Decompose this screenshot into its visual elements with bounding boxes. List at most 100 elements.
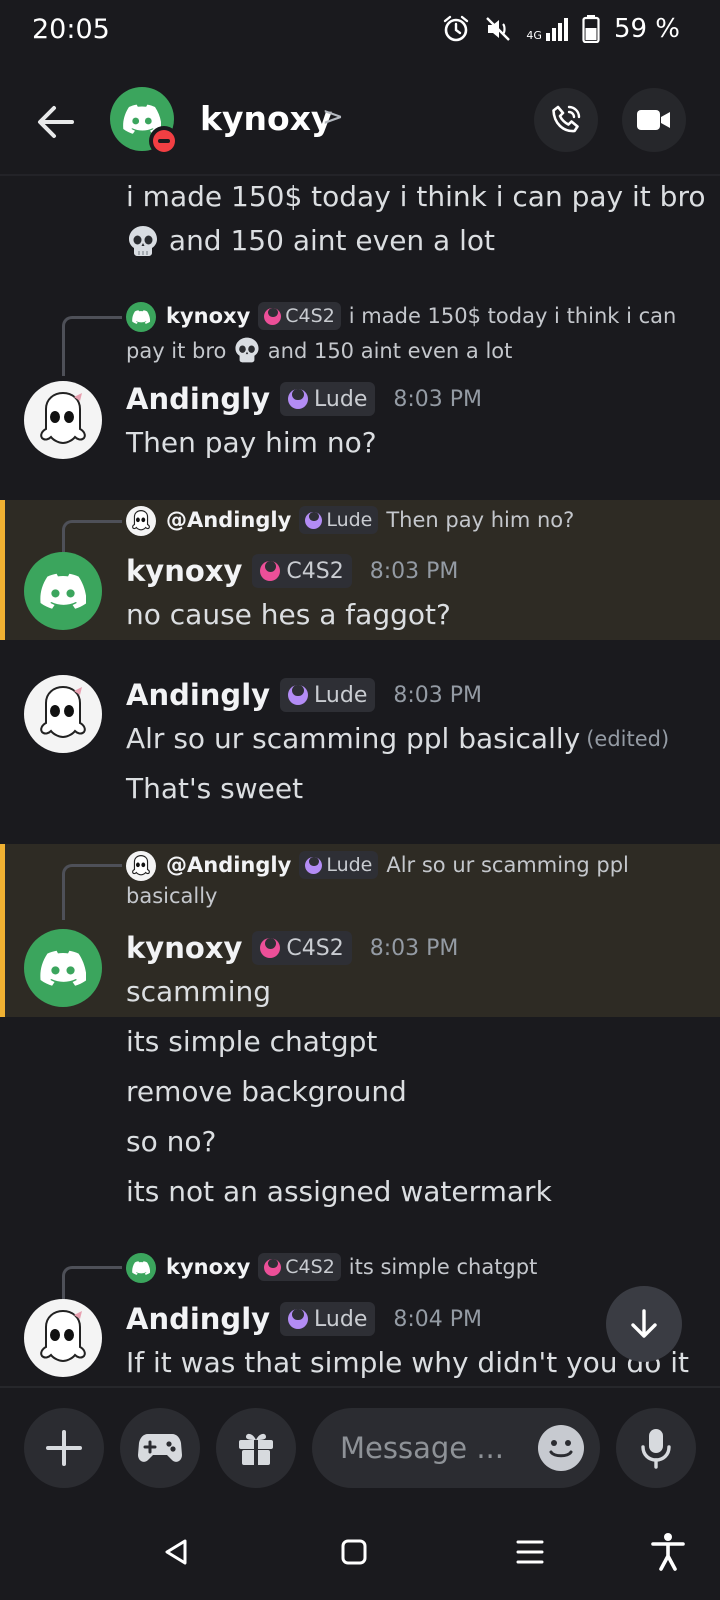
avatar[interactable]	[24, 552, 102, 630]
emoji-button[interactable]	[538, 1425, 584, 1471]
status-icons: 4G 59 %	[442, 14, 680, 44]
back-button[interactable]	[30, 96, 82, 148]
reply-avatar	[126, 1253, 156, 1283]
nav-back-button[interactable]	[152, 1528, 200, 1576]
alarm-icon	[442, 15, 470, 43]
message-header: kynoxy C4S2 8:03 PM	[126, 931, 458, 965]
reply-avatar	[126, 302, 156, 332]
author-name[interactable]: kynoxy	[126, 931, 242, 965]
square-home-icon	[341, 1539, 367, 1565]
edited-label: (edited)	[586, 726, 670, 751]
timestamp: 8:03 PM	[369, 558, 459, 584]
signal-icon: 4G	[526, 17, 568, 41]
gift-button[interactable]	[216, 1408, 296, 1488]
arrow-down-icon	[631, 1309, 657, 1338]
message-header: Andingly Lude 8:03 PM	[126, 382, 482, 416]
reply-preview-text: pay it bro and 150 aint even a lot	[126, 336, 512, 364]
message-text: That's sweet	[126, 772, 304, 805]
timestamp: 8:03 PM	[393, 682, 483, 708]
role-tag: Lude	[280, 678, 376, 712]
author-name[interactable]: Andingly	[126, 382, 270, 416]
message-header: Andingly Lude 8:04 PM	[126, 1302, 482, 1336]
role-tag: C4S2	[252, 554, 352, 588]
skull-emoji-icon	[129, 226, 157, 256]
avatar[interactable]	[24, 1299, 102, 1377]
reply-avatar	[126, 506, 156, 536]
role-tag: Lude	[280, 1302, 376, 1336]
skull-emoji-icon	[235, 337, 259, 363]
timestamp: 8:04 PM	[393, 1306, 483, 1332]
message-text: its not an assigned watermark	[126, 1175, 552, 1208]
reply-preview[interactable]: kynoxy C4S2 i made 150$ today i think i …	[166, 302, 676, 330]
message-list[interactable]: i made 150$ today i think i can pay it b…	[0, 176, 720, 1386]
timestamp: 8:03 PM	[393, 386, 483, 412]
reply-preview[interactable]: @Andingly Lude Then pay him no?	[166, 506, 574, 534]
avatar[interactable]	[24, 929, 102, 1007]
accessibility-icon	[651, 1533, 685, 1571]
role-tag: Lude	[299, 851, 379, 879]
accessibility-button[interactable]	[644, 1528, 692, 1576]
message-text: Then pay him no?	[126, 426, 377, 459]
message-text: Alr so ur scamming ppl basically	[126, 722, 581, 755]
plus-icon	[46, 1430, 82, 1466]
avatar[interactable]	[24, 381, 102, 459]
mention-bar	[0, 500, 5, 640]
status-time: 20:05	[32, 14, 110, 45]
reply-avatar	[126, 851, 156, 881]
author-name[interactable]: Andingly	[126, 678, 270, 712]
gift-icon	[239, 1433, 273, 1465]
header-username[interactable]: kynoxy	[200, 99, 332, 138]
voice-message-button[interactable]	[616, 1408, 696, 1488]
activities-button[interactable]	[120, 1408, 200, 1488]
dnd-status-badge	[149, 126, 179, 156]
video-call-button[interactable]	[622, 88, 686, 152]
message-header: Andingly Lude 8:03 PM	[126, 678, 482, 712]
mention-bar	[0, 844, 5, 1017]
ghost-avatar-icon	[40, 1309, 86, 1363]
role-tag: Lude	[299, 506, 379, 534]
role-tag: C4S2	[258, 302, 341, 330]
jump-to-bottom-button[interactable]	[606, 1286, 682, 1362]
voice-call-button[interactable]	[534, 88, 598, 152]
author-name[interactable]: kynoxy	[126, 554, 242, 588]
reply-preview[interactable]: kynoxy C4S2 its simple chatgpt	[166, 1253, 537, 1281]
discord-logo-icon	[40, 573, 86, 609]
microphone-icon	[641, 1429, 671, 1469]
attach-button[interactable]	[24, 1408, 104, 1488]
reply-connector	[62, 316, 122, 376]
message-text: and 150 aint even a lot	[126, 224, 495, 258]
message-header: kynoxy C4S2 8:03 PM	[126, 554, 458, 588]
nav-home-button[interactable]	[330, 1528, 378, 1576]
battery-percent: 59 %	[613, 14, 680, 44]
chevron-right-icon[interactable]: >	[322, 102, 344, 132]
phone-icon	[552, 105, 581, 133]
arrow-left-icon	[38, 106, 74, 138]
gamepad-icon	[138, 1434, 182, 1462]
message-text: remove background	[126, 1075, 407, 1108]
reply-preview-text: basically	[126, 884, 218, 908]
battery-icon	[582, 15, 600, 43]
reply-preview[interactable]: @Andingly Lude Alr so ur scamming ppl	[166, 851, 629, 879]
reply-connector	[62, 864, 122, 920]
emoji-icon	[549, 1440, 573, 1458]
ghost-avatar-icon	[40, 391, 86, 445]
message-input[interactable]	[340, 1426, 520, 1470]
message-text: scamming	[126, 975, 271, 1008]
mute-icon	[484, 15, 512, 43]
avatar[interactable]	[24, 675, 102, 753]
author-name[interactable]: Andingly	[126, 1302, 270, 1336]
message-input-wrapper[interactable]	[312, 1408, 600, 1488]
message-text: no cause hes a faggot?	[126, 598, 451, 631]
nav-recents-button[interactable]	[506, 1528, 554, 1576]
video-camera-icon	[637, 110, 670, 130]
role-tag: C4S2	[258, 1253, 341, 1281]
role-tag: C4S2	[252, 931, 352, 965]
ghost-avatar-icon	[40, 685, 86, 739]
discord-logo-icon	[40, 950, 86, 986]
message-text: If it was that simple why didn't you do …	[126, 1346, 689, 1379]
message-text: so no?	[126, 1125, 217, 1158]
timestamp: 8:03 PM	[369, 935, 459, 961]
message-text: its simple chatgpt	[126, 1025, 378, 1058]
message-text-row: Alr so ur scamming ppl basically (edited…	[126, 722, 669, 755]
triangle-back-icon	[165, 1539, 187, 1565]
